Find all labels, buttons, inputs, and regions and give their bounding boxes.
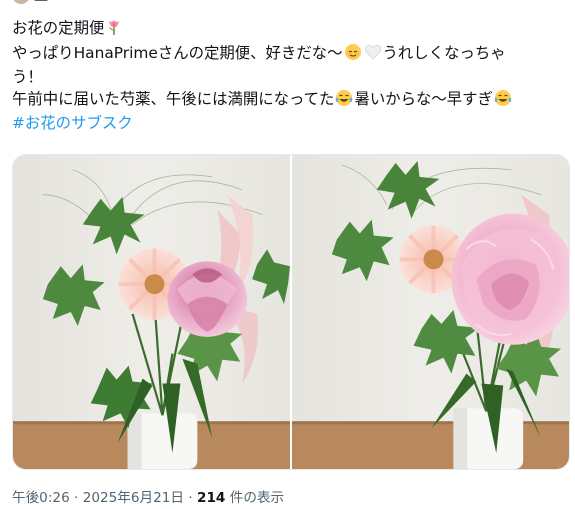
white-heart-icon	[364, 43, 382, 68]
tweet-line-1-text: お花の定期便	[12, 19, 105, 37]
tweet-line-4: 午前中に届いた芍薬、午後には満開になってた 暑いからな〜早すぎ	[12, 89, 560, 114]
view-count: 214	[197, 490, 226, 506]
hashtag-link[interactable]: #お花のサブスク	[12, 113, 560, 135]
tweet-line-4-text: 午前中に届いた芍薬、午後には満開になってた	[12, 89, 335, 108]
tweet-line-2: やっぱりHanaPrimeさんの定期便、好きだな〜 うれしくなっちゃ	[12, 43, 560, 68]
tulip-icon	[105, 18, 123, 43]
tears-of-joy-icon	[335, 89, 353, 114]
tweet-line-1: お花の定期便	[12, 18, 560, 43]
media-grid	[12, 154, 570, 470]
tweet-meta: 午後0:26 · 2025年6月21日 · 214 件の表示	[12, 486, 284, 506]
tweet-line-4-tail: 暑いからな〜早すぎ	[354, 89, 493, 108]
tweet-line-3: う！	[12, 67, 560, 89]
author-name-peek[interactable]	[34, 0, 48, 1]
relieved-face-icon	[344, 43, 362, 68]
tweet-time[interactable]: 午後0:26	[12, 490, 70, 506]
tweet-body: お花の定期便 やっぱりHanaPrimeさんの定期便、好きだな〜 うれしくなっちゃ…	[12, 18, 560, 135]
tweet-line-3-text: う！	[12, 68, 43, 86]
view-count-label: 件の表示	[229, 490, 285, 506]
bouquet-photo-morning[interactable]	[13, 155, 290, 469]
tweet-date[interactable]: 2025年6月21日	[83, 490, 184, 506]
meta-separator: ·	[74, 490, 83, 506]
tweet-line-2-tail: うれしくなっちゃ	[382, 43, 506, 62]
meta-separator: ·	[188, 490, 198, 506]
avatar[interactable]	[12, 0, 30, 4]
bouquet-photo-afternoon[interactable]	[292, 155, 569, 469]
tweet-line-2-text: やっぱりHanaPrimeさんの定期便、好きだな〜	[12, 43, 343, 62]
tears-of-joy-icon	[494, 89, 512, 114]
